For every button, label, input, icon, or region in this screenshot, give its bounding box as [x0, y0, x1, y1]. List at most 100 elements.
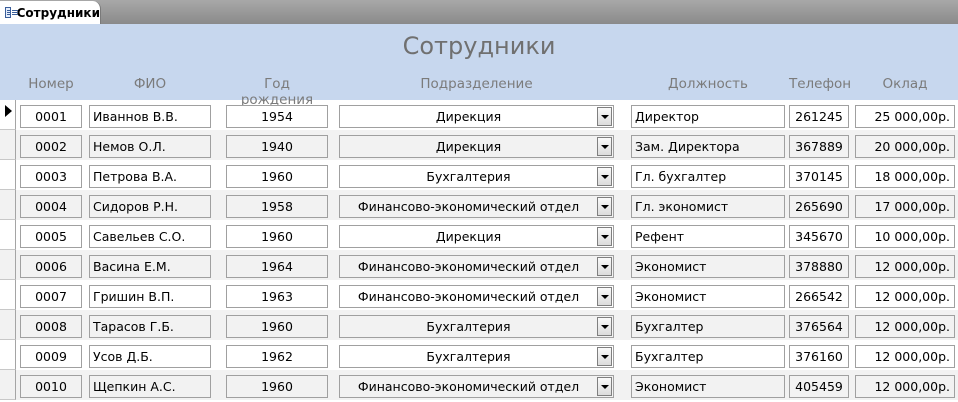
position-field[interactable]: Бухгалтер [631, 345, 785, 368]
department-combobox[interactable]: Бухгалтерия [339, 165, 614, 188]
department-combobox[interactable]: Финансово-экономический отдел [339, 375, 614, 398]
birth-year-field[interactable]: 1958 [226, 195, 328, 218]
number-field-value: 0002 [35, 139, 67, 154]
position-field[interactable]: Рефент [631, 225, 785, 248]
birth-year-field[interactable]: 1963 [226, 285, 328, 308]
birth-year-field[interactable]: 1962 [226, 345, 328, 368]
fio-field-value: Гришин В.П. [93, 289, 175, 304]
dropdown-arrow-icon[interactable] [597, 377, 612, 396]
birth-year-field-value: 1960 [261, 229, 293, 244]
fio-field[interactable]: Сидоров Р.Н. [89, 195, 211, 218]
department-combobox[interactable]: Бухгалтерия [339, 345, 614, 368]
salary-field[interactable]: 12 000,00р. [855, 375, 955, 398]
salary-field[interactable]: 10 000,00р. [855, 225, 955, 248]
record-selector[interactable] [0, 190, 16, 220]
record-selector[interactable] [0, 130, 16, 160]
phone-field[interactable]: 370145 [789, 165, 849, 188]
number-field[interactable]: 0009 [20, 345, 82, 368]
birth-year-field[interactable]: 1960 [226, 165, 328, 188]
salary-field[interactable]: 25 000,00р. [855, 105, 955, 128]
phone-field[interactable]: 378880 [789, 255, 849, 278]
dropdown-arrow-icon[interactable] [597, 257, 612, 276]
salary-field-value: 12 000,00р. [874, 319, 950, 334]
salary-field-value: 12 000,00р. [874, 349, 950, 364]
record-selector[interactable] [0, 340, 16, 370]
number-field[interactable]: 0003 [20, 165, 82, 188]
number-field[interactable]: 0010 [20, 375, 82, 398]
record-selector[interactable] [0, 370, 16, 400]
position-field[interactable]: Экономист [631, 375, 785, 398]
phone-field[interactable]: 367889 [789, 135, 849, 158]
number-field[interactable]: 0001 [20, 105, 82, 128]
birth-year-field[interactable]: 1960 [226, 225, 328, 248]
fio-field[interactable]: Васина Е.М. [89, 255, 211, 278]
salary-field[interactable]: 12 000,00р. [855, 285, 955, 308]
number-field[interactable]: 0002 [20, 135, 82, 158]
department-combobox[interactable]: Финансово-экономический отдел [339, 195, 614, 218]
birth-year-field[interactable]: 1960 [226, 315, 328, 338]
department-combobox[interactable]: Финансово-экономический отдел [339, 255, 614, 278]
department-combobox[interactable]: Бухгалтерия [339, 315, 614, 338]
tab-employees[interactable]: Сотрудники [0, 1, 101, 24]
position-field[interactable]: Гл. экономист [631, 195, 785, 218]
phone-field[interactable]: 376160 [789, 345, 849, 368]
dropdown-arrow-icon[interactable] [597, 227, 612, 246]
fio-field[interactable]: Гришин В.П. [89, 285, 211, 308]
phone-field[interactable]: 405459 [789, 375, 849, 398]
number-field-value: 0006 [35, 259, 67, 274]
birth-year-field[interactable]: 1954 [226, 105, 328, 128]
salary-field[interactable]: 12 000,00р. [855, 345, 955, 368]
record-selector[interactable] [0, 280, 16, 310]
position-field[interactable]: Экономист [631, 255, 785, 278]
department-combobox[interactable]: Финансово-экономический отдел [339, 285, 614, 308]
salary-field-value: 10 000,00р. [874, 229, 950, 244]
salary-field[interactable]: 12 000,00р. [855, 255, 955, 278]
record-selector[interactable] [0, 220, 16, 250]
number-field[interactable]: 0005 [20, 225, 82, 248]
position-field[interactable]: Зам. Директора [631, 135, 785, 158]
salary-field[interactable]: 20 000,00р. [855, 135, 955, 158]
fio-field[interactable]: Савельев С.О. [89, 225, 211, 248]
dropdown-arrow-icon[interactable] [597, 107, 612, 126]
salary-field[interactable]: 17 000,00р. [855, 195, 955, 218]
position-field[interactable]: Директор [631, 105, 785, 128]
record-selector[interactable] [0, 160, 16, 190]
salary-field[interactable]: 12 000,00р. [855, 315, 955, 338]
phone-field[interactable]: 266542 [789, 285, 849, 308]
phone-field[interactable]: 265690 [789, 195, 849, 218]
dropdown-arrow-icon[interactable] [597, 167, 612, 186]
record-selector[interactable] [0, 100, 16, 130]
position-field[interactable]: Экономист [631, 285, 785, 308]
phone-field[interactable]: 261245 [789, 105, 849, 128]
birth-year-field[interactable]: 1960 [226, 375, 328, 398]
department-combobox[interactable]: Дирекция [339, 105, 614, 128]
fio-field[interactable]: Тарасов Г.Б. [89, 315, 211, 338]
salary-field-value: 25 000,00р. [874, 109, 950, 124]
dropdown-arrow-icon[interactable] [597, 317, 612, 336]
fio-field[interactable]: Петрова В.А. [89, 165, 211, 188]
position-field[interactable]: Бухгалтер [631, 315, 785, 338]
phone-field[interactable]: 345670 [789, 225, 849, 248]
salary-field[interactable]: 18 000,00р. [855, 165, 955, 188]
record-selector[interactable] [0, 310, 16, 340]
dropdown-arrow-icon[interactable] [597, 347, 612, 366]
number-field[interactable]: 0006 [20, 255, 82, 278]
department-combobox[interactable]: Дирекция [339, 135, 614, 158]
fio-field[interactable]: Щепкин А.С. [89, 375, 211, 398]
number-field[interactable]: 0004 [20, 195, 82, 218]
phone-field[interactable]: 376564 [789, 315, 849, 338]
fio-field[interactable]: Иваннов В.В. [89, 105, 211, 128]
dropdown-arrow-icon[interactable] [597, 287, 612, 306]
dropdown-arrow-icon[interactable] [597, 137, 612, 156]
birth-year-field[interactable]: 1940 [226, 135, 328, 158]
number-field[interactable]: 0008 [20, 315, 82, 338]
number-field[interactable]: 0007 [20, 285, 82, 308]
dropdown-arrow-icon[interactable] [597, 197, 612, 216]
fio-field[interactable]: Усов Д.Б. [89, 345, 211, 368]
number-field-value: 0001 [35, 109, 67, 124]
department-combobox[interactable]: Дирекция [339, 225, 614, 248]
fio-field[interactable]: Немов О.Л. [89, 135, 211, 158]
birth-year-field[interactable]: 1964 [226, 255, 328, 278]
position-field[interactable]: Гл. бухгалтер [631, 165, 785, 188]
record-selector[interactable] [0, 250, 16, 280]
